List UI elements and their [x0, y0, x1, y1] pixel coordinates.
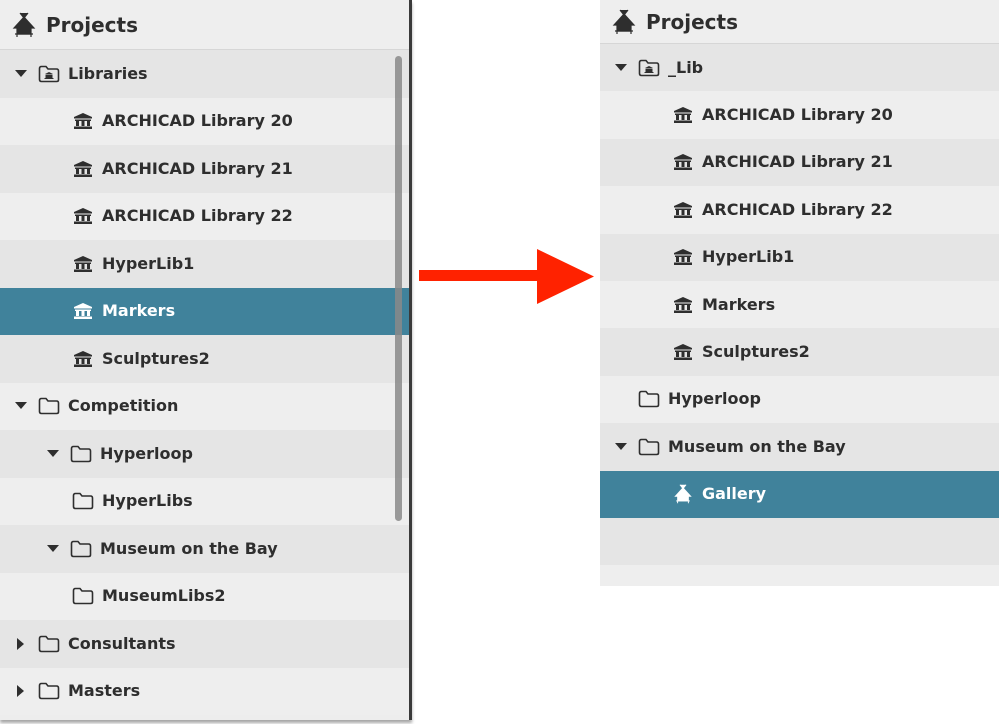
panel-title: Projects [646, 9, 739, 34]
tree-row[interactable]: Museum on the Bay [600, 423, 999, 471]
tree-row[interactable]: Museum on the Bay [0, 525, 409, 573]
library-icon [72, 349, 94, 369]
tree-row-label: Markers [702, 294, 776, 314]
project-tree: Libraries ARCHICAD Library 20 ARCHICAD Lib… [0, 50, 409, 715]
chevron-right-icon[interactable] [14, 637, 28, 651]
tree-row[interactable]: ARCHICAD Library 22 [600, 186, 999, 234]
tree-row-label: HyperLib1 [702, 247, 795, 267]
tree-row[interactable]: ARCHICAD Library 21 [600, 138, 999, 187]
tree-row[interactable]: MuseumLibs2 [0, 572, 409, 620]
arrow-right-icon [419, 249, 594, 304]
panel-header: Projects [0, 0, 409, 50]
chevron-down-icon[interactable] [14, 399, 28, 413]
tree-row[interactable]: Consultants [0, 620, 409, 668]
tree-row-label: Consultants [68, 633, 176, 653]
folder-icon [638, 389, 660, 409]
project-home-icon [612, 9, 636, 35]
tree-row[interactable]: Sculptures2 [0, 335, 409, 383]
tree-row-label: Hyperloop [668, 389, 761, 409]
panel-title: Projects [46, 12, 139, 37]
tree-row[interactable]: Hyperloop [600, 375, 999, 424]
tree-row[interactable]: ARCHICAD Library 21 [0, 145, 409, 193]
library-folder-icon [38, 64, 60, 84]
tree-row[interactable]: Gallery [600, 470, 999, 518]
tree-row[interactable]: Libraries [0, 50, 409, 98]
folder-icon [72, 586, 94, 606]
tree-row-label: Sculptures2 [102, 348, 210, 368]
tree-row[interactable]: HyperLibs [0, 477, 409, 525]
project-icon [672, 484, 694, 504]
tree-row-label: Hyperloop [100, 443, 193, 463]
tree-row-label: Sculptures2 [702, 342, 810, 362]
tree-row[interactable]: Markers [0, 287, 409, 335]
chevron-right-icon[interactable] [14, 684, 28, 698]
tree-row-label: Gallery [702, 484, 767, 504]
library-icon [72, 301, 94, 321]
tree-row[interactable]: HyperLib1 [600, 233, 999, 281]
folder-icon [70, 539, 92, 559]
tree-row[interactable]: HyperLib1 [0, 240, 409, 288]
tree-row-label: ARCHICAD Library 22 [702, 199, 893, 219]
library-icon [672, 295, 694, 315]
tree-row-label: ARCHICAD Library 21 [702, 152, 893, 172]
tree-row[interactable]: ARCHICAD Library 22 [0, 192, 409, 240]
folder-icon [70, 444, 92, 464]
tree-row-label: HyperLibs [102, 491, 193, 511]
tree-row-label: Competition [68, 396, 179, 416]
projects-panel-before: Projects Libraries ARCHICAD Library 20 ARC… [0, 0, 412, 720]
vertical-scrollbar[interactable] [395, 56, 402, 521]
tree-row-label: Masters [68, 681, 141, 701]
library-icon [72, 206, 94, 226]
folder-icon [38, 634, 60, 654]
folder-icon [38, 681, 60, 701]
folder-icon [638, 437, 660, 457]
tree-row[interactable]: Sculptures2 [600, 328, 999, 376]
project-home-icon [12, 12, 36, 38]
empty-row [600, 517, 999, 566]
tree-row[interactable]: ARCHICAD Library 20 [600, 91, 999, 139]
tree-row-label: _Lib [668, 57, 704, 77]
library-icon [672, 247, 694, 267]
library-icon [72, 254, 94, 274]
tree-row[interactable]: ARCHICAD Library 20 [0, 97, 409, 145]
library-icon [72, 159, 94, 179]
panel-header: Projects [600, 0, 999, 44]
tree-row[interactable]: Markers [600, 280, 999, 329]
library-icon [672, 200, 694, 220]
tree-row-label: ARCHICAD Library 22 [102, 206, 293, 226]
chevron-down-icon[interactable] [14, 67, 28, 81]
tree-row-label: Museum on the Bay [668, 436, 846, 456]
chevron-down-icon[interactable] [46, 447, 60, 461]
tree-row-label: HyperLib1 [102, 253, 195, 273]
tree-row[interactable]: Masters [0, 667, 409, 715]
folder-icon [72, 491, 94, 511]
tree-row-label: ARCHICAD Library 21 [102, 158, 293, 178]
tree-row-label: Markers [102, 301, 176, 321]
library-icon [672, 152, 694, 172]
tree-row[interactable]: _Lib [600, 44, 999, 92]
tree-row-label: Museum on the Bay [100, 538, 278, 558]
projects-panel-after: Projects _Lib ARCHICAD Library 20 ARCHICAD… [600, 0, 999, 586]
library-icon [672, 342, 694, 362]
tree-row-label: MuseumLibs2 [102, 586, 226, 606]
library-icon [672, 105, 694, 125]
tree-row[interactable]: Hyperloop [0, 430, 409, 478]
chevron-down-icon[interactable] [46, 542, 60, 556]
empty-row [600, 565, 999, 586]
chevron-down-icon[interactable] [614, 61, 628, 75]
tree-row-label: Libraries [68, 63, 148, 83]
chevron-down-icon[interactable] [614, 440, 628, 454]
tree-row-label: ARCHICAD Library 20 [102, 111, 293, 131]
library-icon [72, 111, 94, 131]
project-tree: _Lib ARCHICAD Library 20 ARCHICAD Library … [600, 44, 999, 586]
folder-icon [38, 396, 60, 416]
library-folder-icon [638, 58, 660, 78]
tree-row[interactable]: Competition [0, 382, 409, 430]
tree-row-label: ARCHICAD Library 20 [702, 105, 893, 125]
